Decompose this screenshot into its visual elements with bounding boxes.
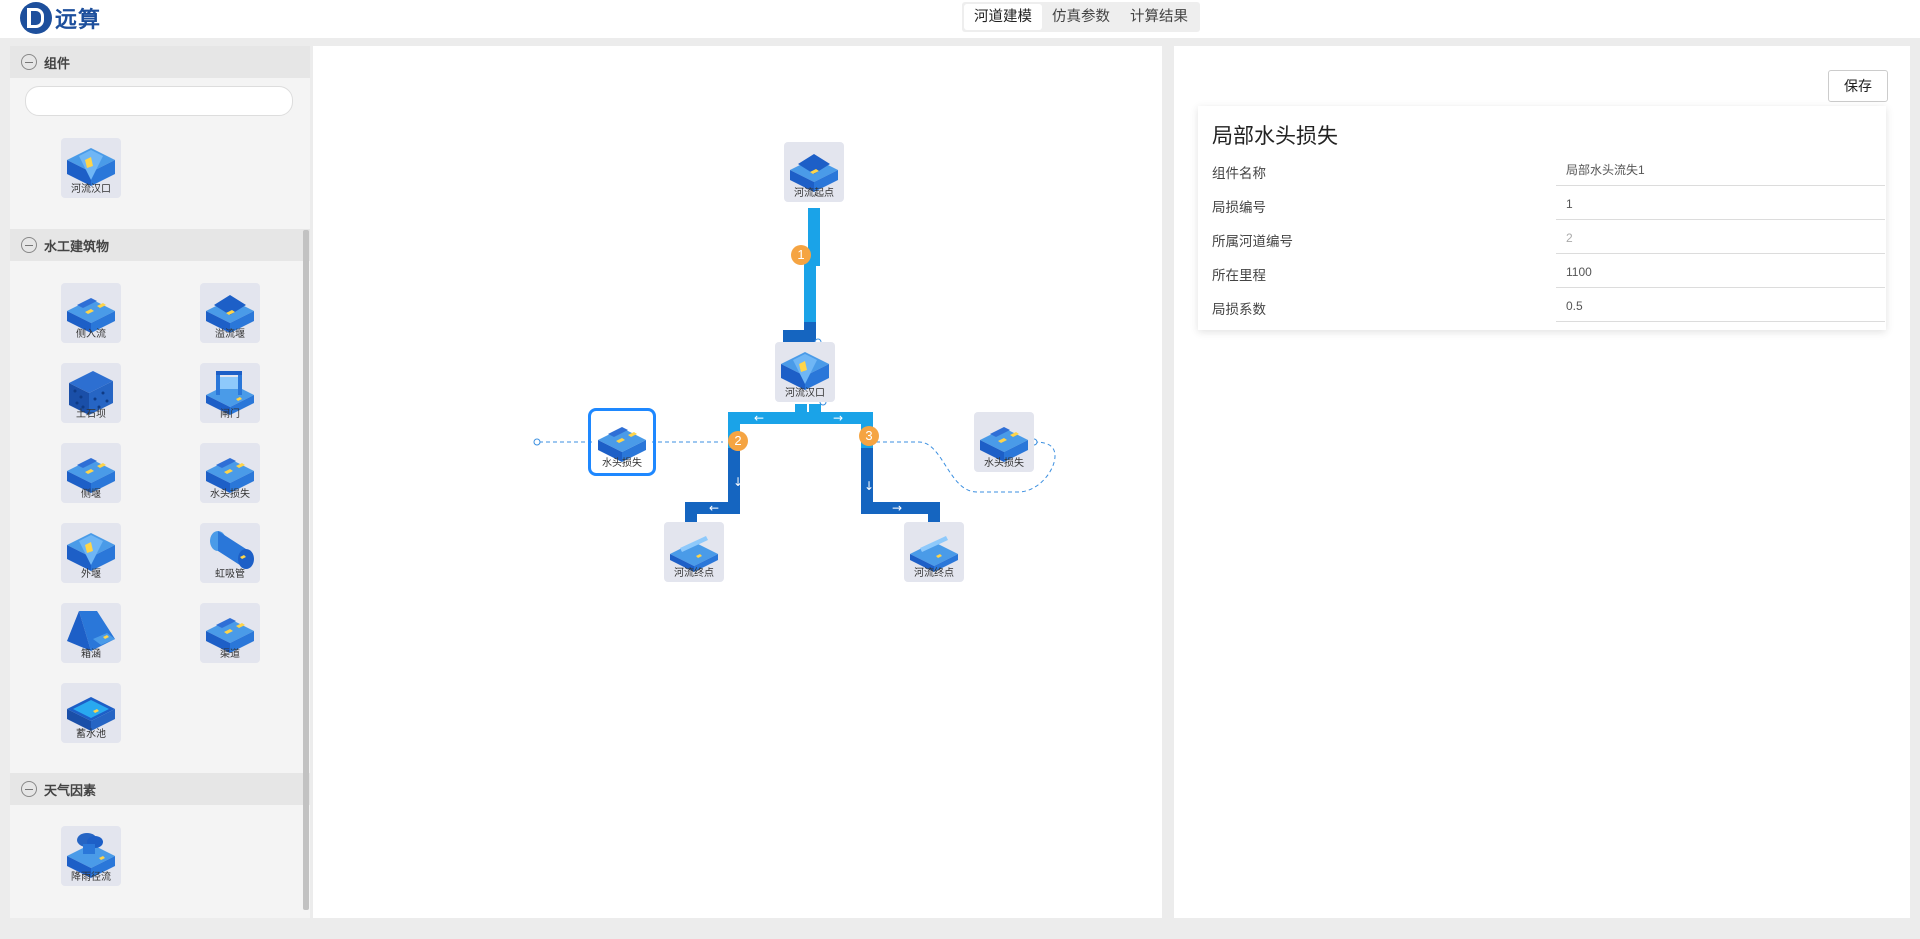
palette-item-reservoir[interactable]: 蓄水池 <box>61 683 121 743</box>
save-button[interactable]: 保存 <box>1828 70 1888 102</box>
palette-scrollbar[interactable] <box>303 230 309 910</box>
river-badge[interactable]: 2 <box>728 431 748 451</box>
river-segment-2-lower[interactable] <box>685 448 740 530</box>
tab-river-modeling[interactable]: 河道建模 <box>964 4 1042 30</box>
palette-item-gate[interactable]: 闸门 <box>200 363 260 423</box>
river-badge[interactable]: 1 <box>791 245 811 265</box>
palette-item-label: 虹吸管 <box>215 569 245 580</box>
node-label: 水头损失 <box>602 458 642 469</box>
field-component-name: 组件名称 局部水头流失1 <box>1212 154 1885 188</box>
palette-item-rainfall-runoff[interactable]: 降雨径流 <box>61 826 121 886</box>
field-label: 局损系数 <box>1212 302 1266 317</box>
node-label: 河流终点 <box>674 568 714 579</box>
palette-item-outer-weir[interactable]: 外堰 <box>61 523 121 583</box>
palette-item-siphon[interactable]: 虹吸管 <box>200 523 260 583</box>
arrow-right-icon: → <box>833 411 843 425</box>
palette-item-label: 水头损失 <box>210 489 250 500</box>
palette-item-earth-dam[interactable]: 土石坝 <box>61 363 121 423</box>
collapse-icon[interactable] <box>21 237 37 253</box>
palette-item-side-weir[interactable]: 侧堰 <box>61 443 121 503</box>
palette-item-label: 渠道 <box>220 649 240 660</box>
palette-item-label: 溢流堰 <box>215 329 245 340</box>
node-river-end-right[interactable]: 河流终点 <box>904 522 964 582</box>
node-label: 河流汉口 <box>785 388 825 399</box>
section-hydraulic-structures[interactable]: 水工建筑物 <box>10 229 310 261</box>
palette-item-label: 外堰 <box>81 569 101 580</box>
palette-item-label: 箱涵 <box>81 649 101 660</box>
properties-panel: 保存 局部水头损失 组件名称 局部水头流失1 局损编号 1 所属河道编号 2 所… <box>1174 46 1910 918</box>
field-label: 组件名称 <box>1212 166 1266 181</box>
palette-item-river-junction[interactable]: 河流汉口 <box>61 138 121 198</box>
field-label: 所属河道编号 <box>1212 234 1293 249</box>
river-id-input: 2 <box>1556 222 1885 254</box>
arrow-down-icon: ↓ <box>733 475 743 489</box>
loss-coefficient-input[interactable]: 0.5 <box>1556 290 1885 322</box>
palette-item-label: 土石坝 <box>76 409 106 420</box>
component-name-input[interactable]: 局部水头流失1 <box>1556 154 1885 186</box>
app-logo[interactable]: 远算 <box>20 2 101 34</box>
palette-item-label: 降雨径流 <box>71 872 111 883</box>
palette-item-label: 河流汉口 <box>71 184 111 195</box>
palette-item-overflow-weir[interactable]: 溢流堰 <box>200 283 260 343</box>
arrow-left-icon: ← <box>754 411 764 425</box>
node-head-loss-selected[interactable]: 水头损失 <box>588 408 656 476</box>
top-bar: 远算 河道建模 仿真参数 计算结果 <box>0 0 1920 38</box>
node-label: 河流起点 <box>794 188 834 199</box>
field-label: 所在里程 <box>1212 268 1266 283</box>
search-input[interactable] <box>25 86 293 116</box>
form-title: 局部水头损失 <box>1212 125 1338 148</box>
loss-id-input[interactable]: 1 <box>1556 188 1885 220</box>
tab-results[interactable]: 计算结果 <box>1120 4 1198 30</box>
section-title: 水工建筑物 <box>44 238 110 254</box>
field-mileage: 所在里程 1100 <box>1212 256 1885 290</box>
section-title: 天气因素 <box>44 782 97 798</box>
river-segment-3-lower[interactable] <box>861 448 940 530</box>
node-river-start[interactable]: 河流起点 <box>784 142 844 202</box>
section-title: 组件 <box>44 55 71 71</box>
arrow-left-icon: ← <box>709 501 719 515</box>
modeling-canvas[interactable]: ↓ ↓ ↓ ← ↓ ← → ↓ → 1 2 3 河流起点 河流汉口 水头损失 水… <box>313 46 1162 918</box>
mileage-input[interactable]: 1100 <box>1556 256 1885 288</box>
tab-simulation-params[interactable]: 仿真参数 <box>1042 4 1120 30</box>
palette-item-lateral-inflow[interactable]: 侧入流 <box>61 283 121 343</box>
properties-form: 局部水头损失 组件名称 局部水头流失1 局损编号 1 所属河道编号 2 所在里程… <box>1198 106 1886 330</box>
palette-item-label: 闸门 <box>220 409 240 420</box>
field-river-id: 所属河道编号 2 <box>1212 222 1885 256</box>
palette-item-channel[interactable]: 渠道 <box>200 603 260 663</box>
node-river-junction[interactable]: 河流汉口 <box>775 342 835 402</box>
river-badge[interactable]: 3 <box>859 426 879 446</box>
node-head-loss[interactable]: 水头损失 <box>974 412 1034 472</box>
river-network: ↓ ↓ ↓ ← ↓ ← → ↓ → <box>533 208 1056 530</box>
logo-text: 远算 <box>55 7 102 32</box>
main-tabs: 河道建模 仿真参数 计算结果 <box>962 2 1200 32</box>
arrow-down-icon: ↓ <box>796 281 806 295</box>
node-label: 河流终点 <box>914 568 954 579</box>
palette-item-label: 蓄水池 <box>76 729 106 740</box>
arrow-down-icon: ↓ <box>864 479 874 493</box>
palette-item-head-loss[interactable]: 水头损失 <box>200 443 260 503</box>
palette-item-box-culvert[interactable]: 箱涵 <box>61 603 121 663</box>
link-handle[interactable] <box>533 438 541 446</box>
section-weather-factors[interactable]: 天气因素 <box>10 773 310 805</box>
node-label: 水头损失 <box>984 458 1024 469</box>
field-loss-id: 局损编号 1 <box>1212 188 1885 222</box>
arrow-down-icon: ↓ <box>796 217 806 231</box>
node-river-end-left[interactable]: 河流终点 <box>664 522 724 582</box>
arrow-right-icon: → <box>892 501 902 515</box>
section-components[interactable]: 组件 <box>10 46 310 78</box>
component-palette: 组件 河流汉口 水工建筑物 侧入流 溢流堰 土石坝 闸门 侧堰 水头损失 外堰 … <box>10 46 310 918</box>
arrow-down-icon: ↓ <box>796 311 806 325</box>
river-segment-1[interactable] <box>804 208 820 322</box>
palette-item-label: 侧堰 <box>81 489 101 500</box>
logo-icon <box>20 2 52 34</box>
field-loss-coefficient: 局损系数 0.5 <box>1212 290 1885 324</box>
collapse-icon[interactable] <box>21 54 37 70</box>
palette-item-label: 侧入流 <box>76 329 106 340</box>
field-label: 局损编号 <box>1212 200 1266 215</box>
collapse-icon[interactable] <box>21 781 37 797</box>
